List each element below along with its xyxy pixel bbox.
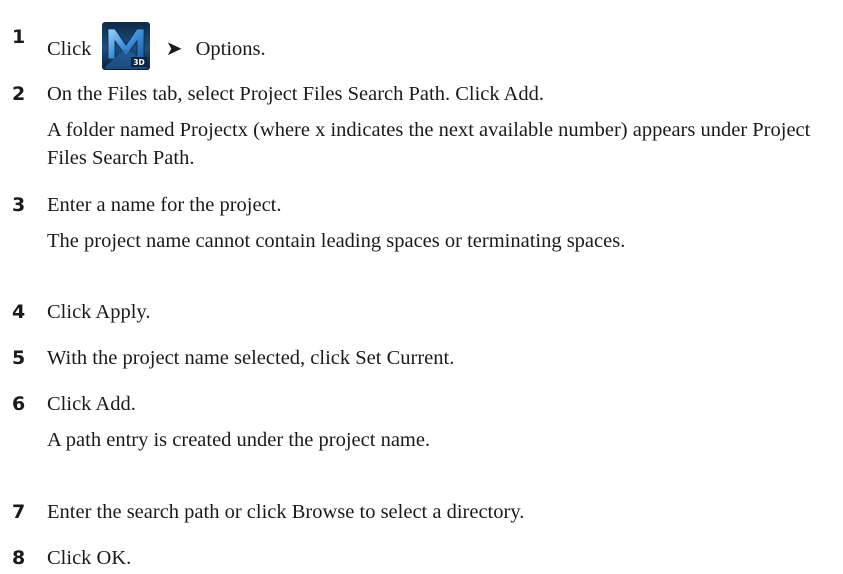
application-menu-3d-icon[interactable]: 3D	[101, 21, 151, 71]
step-text: Click 3D ➤ Options.	[47, 21, 839, 71]
step-number: 3	[12, 194, 26, 216]
step-body: Click Add. A path entry is created under…	[47, 388, 839, 454]
step-text: Click Apply.	[47, 301, 151, 323]
step-number: 4	[12, 301, 26, 323]
arrow-icon: ➤	[165, 36, 183, 60]
procedure-steps: 1 Click 3D ➤ Options. 2 On the Files tab…	[0, 0, 843, 569]
step-text-before-icon: Click	[47, 38, 92, 60]
icon-badge-text: 3D	[133, 58, 144, 67]
step-number: 2	[12, 83, 26, 105]
step-text: Enter a name for the project.	[47, 194, 282, 216]
step-body: Enter a name for the project. The projec…	[47, 189, 839, 255]
step-body: With the project name selected, click Se…	[47, 342, 839, 374]
step-number: 7	[12, 501, 26, 523]
step-text-after-icon: Options.	[195, 38, 266, 60]
step-text: With the project name selected, click Se…	[47, 347, 455, 369]
step-text: Click OK.	[47, 547, 132, 569]
step-text: Enter the search path or click Browse to…	[47, 501, 525, 523]
step-number: 1	[12, 26, 26, 48]
step-text: On the Files tab, select Project Files S…	[47, 83, 545, 105]
step-body: Enter the search path or click Browse to…	[47, 496, 839, 528]
step-body: Click Apply.	[47, 296, 839, 328]
step-number: 6	[12, 393, 26, 415]
step-note: The project name cannot contain leading …	[47, 230, 626, 252]
step-body: Click 3D ➤ Options.	[47, 21, 839, 71]
step-number: 5	[12, 347, 26, 369]
step-text: Click Add.	[47, 393, 136, 415]
step-body: On the Files tab, select Project Files S…	[47, 78, 839, 172]
step-number: 8	[12, 547, 26, 569]
step-note: A folder named Projectx (where x indicat…	[47, 119, 811, 169]
step-note: A path entry is created under the projec…	[47, 429, 431, 451]
step-body: Click OK.	[47, 542, 839, 574]
